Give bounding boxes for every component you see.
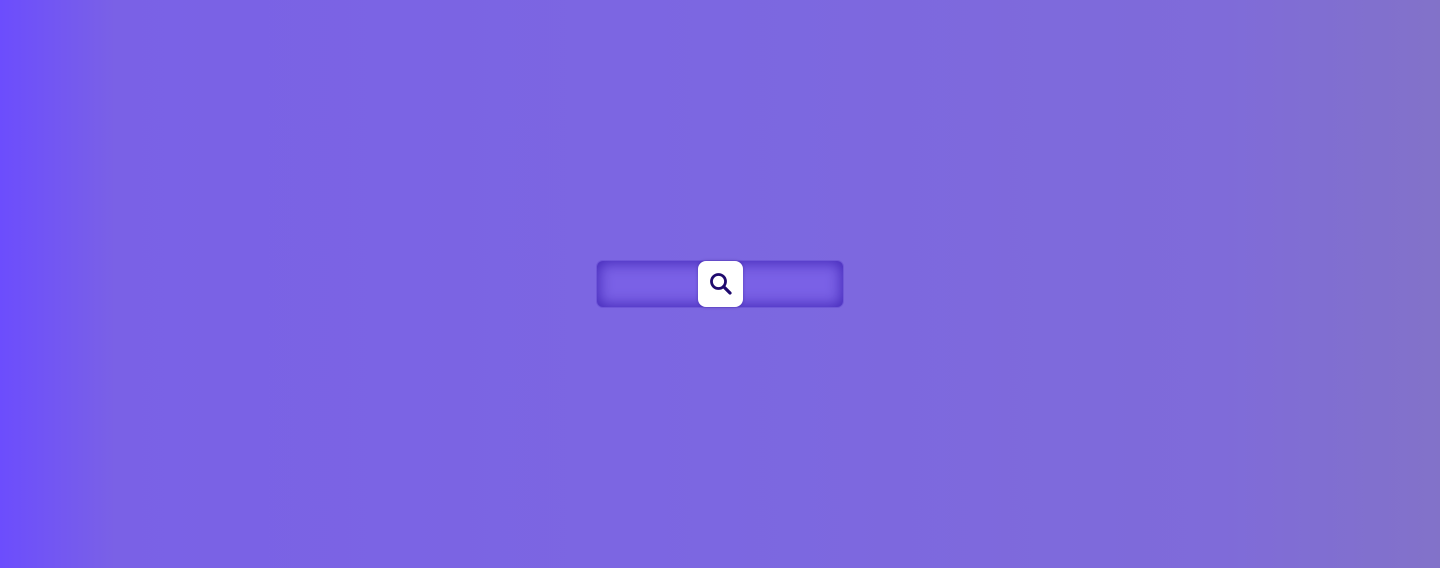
search-icon xyxy=(708,271,734,297)
search-bar xyxy=(597,261,843,307)
search-button[interactable] xyxy=(698,261,743,307)
